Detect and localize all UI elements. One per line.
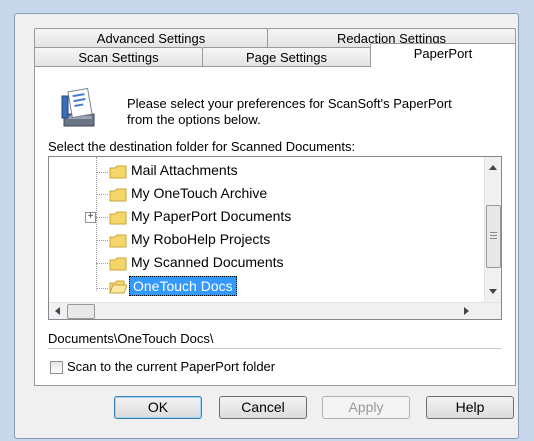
tab-advanced-settings[interactable]: Advanced Settings (34, 28, 268, 48)
scroll-left-arrow-icon[interactable] (55, 307, 60, 315)
folder-icon (109, 234, 127, 248)
horizontal-scrollbar[interactable] (49, 302, 501, 319)
horizontal-scroll-thumb[interactable] (67, 304, 95, 319)
scroll-up-arrow-icon[interactable] (489, 165, 497, 170)
folder-icon (109, 188, 127, 202)
scan-to-current-folder-label[interactable]: Scan to the current PaperPort folder (67, 359, 275, 374)
expand-plus-icon[interactable]: + (85, 212, 96, 223)
intro-text-line-1: Please select your preferences for ScanS… (127, 96, 452, 111)
path-divider (48, 348, 502, 349)
folder-selection-label: Select the destination folder for Scanne… (48, 139, 356, 154)
ok-button[interactable]: OK (114, 396, 202, 419)
intro-text-line-2: from the options below. (127, 112, 261, 127)
help-button[interactable]: Help (426, 396, 514, 419)
apply-button[interactable]: Apply (322, 396, 410, 419)
open-folder-icon (109, 280, 127, 294)
scroll-down-arrow-icon[interactable] (489, 289, 497, 294)
selected-folder-label: OneTouch Docs (129, 276, 237, 296)
tab-scan-settings[interactable]: Scan Settings (34, 47, 203, 67)
folder-icon (109, 211, 127, 225)
scroll-thumb[interactable] (486, 205, 501, 268)
folder-icon (109, 257, 127, 271)
vertical-scrollbar[interactable] (484, 157, 501, 303)
folder-icon (109, 165, 127, 179)
tab-page-settings[interactable]: Page Settings (202, 47, 371, 67)
scan-to-current-folder-checkbox[interactable] (50, 361, 63, 374)
scroll-right-arrow-icon[interactable] (464, 307, 469, 315)
cancel-button[interactable]: Cancel (219, 396, 307, 419)
paperport-scanner-icon (61, 87, 95, 127)
tab-paperport[interactable]: PaperPort (370, 43, 516, 67)
destination-path-text: Documents\OneTouch Docs\ (48, 331, 214, 346)
